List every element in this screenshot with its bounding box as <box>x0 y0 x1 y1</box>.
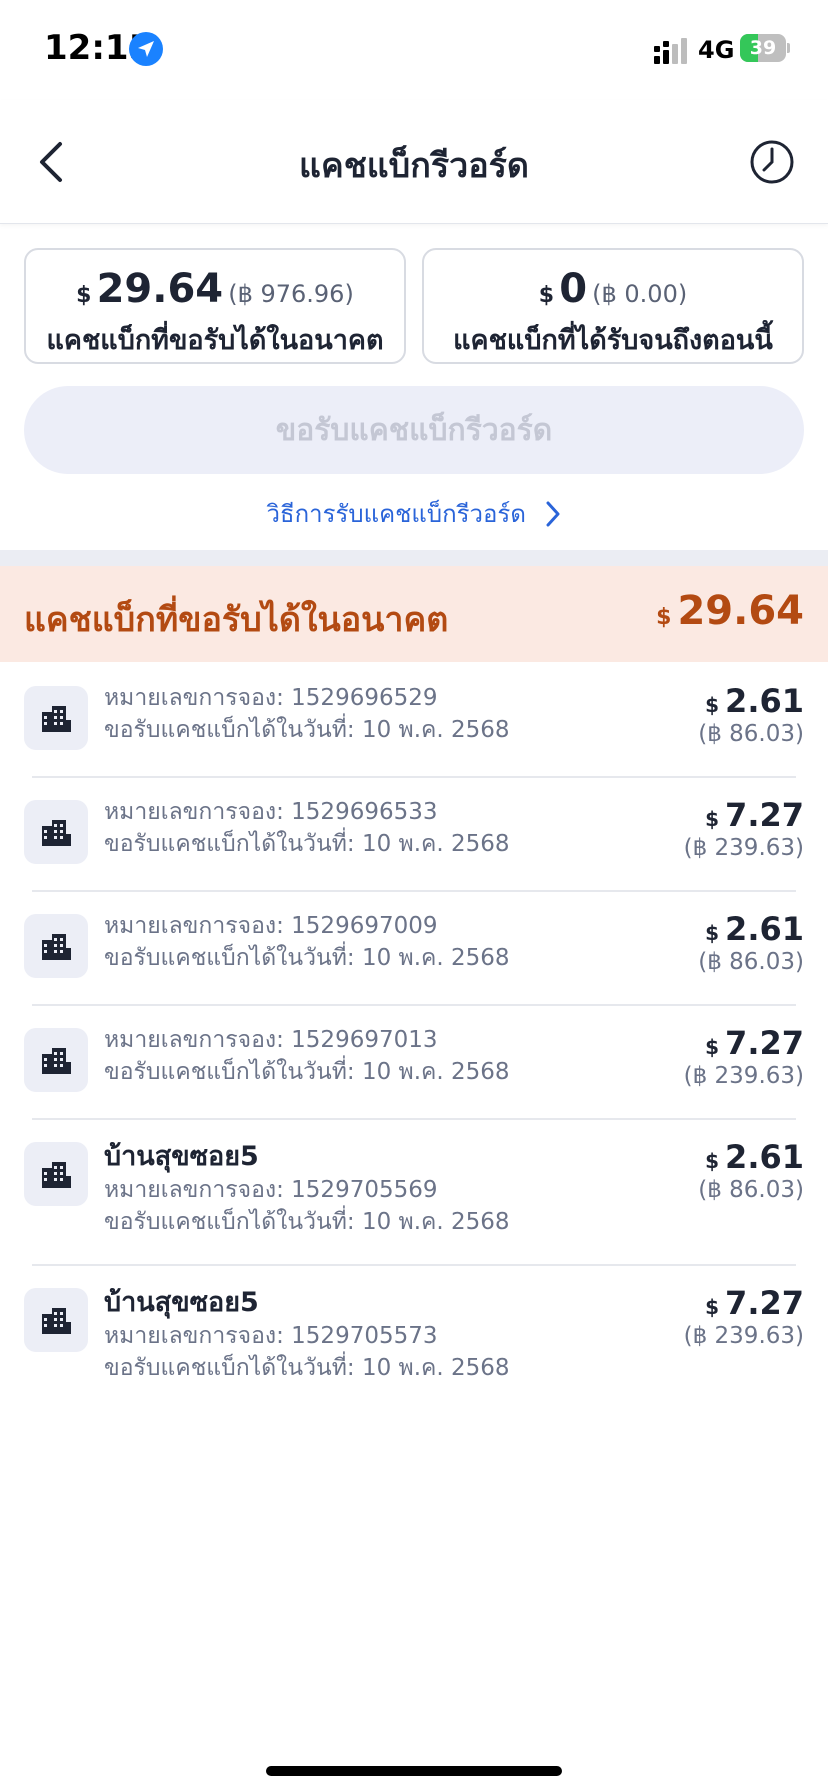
cashback-amount-thb: (฿ 86.03) <box>698 1177 804 1203</box>
booking-cashback: $2.61 (฿ 86.03) <box>698 1138 804 1204</box>
future-cashback-card: $ 29.64 (฿ 976.96) แคชแบ็กที่ขอรับได้ในอ… <box>24 248 406 364</box>
booking-row[interactable]: บ้านสุขซอย5 หมายเลขการจอง: 1529705569 ขอรั… <box>0 1118 828 1266</box>
future-section-total: $29.64 <box>656 588 804 634</box>
booking-details: บ้านสุขซอย5 หมายเลขการจอง: 1529705569 ขอรั… <box>104 1140 510 1238</box>
cashback-amount: 2.61 <box>725 682 804 720</box>
nav-header: แคชแบ็กรีวอร์ด <box>0 100 828 224</box>
currency-symbol: $ <box>705 807 720 831</box>
received-label: แคชแบ็กที่ได้รับจนถึงตอนนี้ <box>453 325 773 356</box>
claim-date: ขอรับแคชแบ็กได้ในวันที่: 10 พ.ค. 2568 <box>104 1059 510 1085</box>
page-title: แคชแบ็กรีวอร์ด <box>299 146 529 186</box>
cashback-amount-thb: (฿ 239.63) <box>683 835 804 861</box>
battery-icon: 39 <box>740 34 790 62</box>
booking-row[interactable]: หมายเลขการจอง: 1529696529 ขอรับแคชแบ็กได้… <box>0 662 828 778</box>
claim-date: ขอรับแคชแบ็กได้ในวันที่: 10 พ.ค. 2568 <box>104 717 510 743</box>
booking-list: หมายเลขการจอง: 1529696529 ขอรับแคชแบ็กได้… <box>0 662 828 1410</box>
section-divider <box>0 550 828 566</box>
howto-link[interactable]: วิธีการรับแคชแบ็กรีวอร์ด <box>0 494 828 533</box>
currency-symbol: $ <box>76 283 92 308</box>
booking-details: หมายเลขการจอง: 1529697009 ขอรับแคชแบ็กได้… <box>104 910 510 974</box>
currency-symbol: $ <box>705 1035 720 1059</box>
cashback-amount-thb: (฿ 239.63) <box>683 1063 804 1089</box>
cashback-amount: 7.27 <box>725 1284 804 1322</box>
chevron-right-icon <box>546 501 560 526</box>
future-total-amount: 29.64 <box>677 588 804 634</box>
building-icon <box>24 1288 88 1352</box>
booking-cashback: $7.27 (฿ 239.63) <box>684 1024 804 1090</box>
currency-symbol: $ <box>705 1149 720 1173</box>
home-indicator <box>266 1766 562 1776</box>
cashback-amount-thb: (฿ 86.03) <box>698 949 804 975</box>
booking-number: หมายเลขการจอง: 1529697009 <box>104 913 438 939</box>
booking-details: หมายเลขการจอง: 1529696533 ขอรับแคชแบ็กได้… <box>104 796 510 860</box>
booking-row[interactable]: หมายเลขการจอง: 1529696533 ขอรับแคชแบ็กได้… <box>0 776 828 892</box>
booking-number: หมายเลขการจอง: 1529697013 <box>104 1027 438 1053</box>
future-section-title: แคชแบ็กที่ขอรับได้ในอนาคต <box>24 600 449 640</box>
claim-date: ขอรับแคชแบ็กได้ในวันที่: 10 พ.ค. 2568 <box>104 1355 510 1381</box>
booking-cashback: $7.27 (฿ 239.63) <box>684 1284 804 1350</box>
status-bar: 12:15 4G 39 <box>0 0 828 100</box>
currency-symbol: $ <box>705 693 720 717</box>
booking-number: หมายเลขการจอง: 1529696529 <box>104 685 438 711</box>
cashback-amount: 2.61 <box>725 910 804 948</box>
claim-date: ขอรับแคชแบ็กได้ในวันที่: 10 พ.ค. 2568 <box>104 945 510 971</box>
claim-cashback-button[interactable]: ขอรับแคชแบ็กรีวอร์ด <box>24 386 804 474</box>
property-name: บ้านสุขซอย5 <box>104 1141 259 1172</box>
building-icon <box>24 1142 88 1206</box>
currency-symbol: $ <box>656 605 672 630</box>
received-cashback-card: $ 0 (฿ 0.00) แคชแบ็กที่ได้รับจนถึงตอนนี้ <box>422 248 804 364</box>
claim-date: ขอรับแคชแบ็กได้ในวันที่: 10 พ.ค. 2568 <box>104 831 510 857</box>
building-icon <box>24 1028 88 1092</box>
claim-date: ขอรับแคชแบ็กได้ในวันที่: 10 พ.ค. 2568 <box>104 1209 510 1235</box>
building-icon <box>24 686 88 750</box>
battery-level: 39 <box>749 37 777 59</box>
cashback-amount-thb: (฿ 86.03) <box>698 721 804 747</box>
location-arrow-icon <box>129 32 163 66</box>
currency-symbol: $ <box>538 283 555 308</box>
cashback-amount: 7.27 <box>725 1024 804 1062</box>
booking-cashback: $2.61 (฿ 86.03) <box>698 910 804 976</box>
summary-cards: $ 29.64 (฿ 976.96) แคชแบ็กที่ขอรับได้ในอ… <box>24 248 804 364</box>
property-name: บ้านสุขซอย5 <box>104 1287 259 1318</box>
booking-row[interactable]: หมายเลขการจอง: 1529697009 ขอรับแคชแบ็กได้… <box>0 890 828 1006</box>
booking-number: หมายเลขการจอง: 1529705573 <box>104 1323 438 1349</box>
booking-details: หมายเลขการจอง: 1529696529 ขอรับแคชแบ็กได้… <box>104 682 510 746</box>
booking-row[interactable]: บ้านสุขซอย5 หมายเลขการจอง: 1529705573 ขอรั… <box>0 1264 828 1410</box>
booking-number: หมายเลขการจอง: 1529696533 <box>104 799 438 825</box>
booking-details: หมายเลขการจอง: 1529697013 ขอรับแคชแบ็กได้… <box>104 1024 510 1088</box>
clock-icon[interactable] <box>748 138 796 186</box>
future-amount-thb: (฿ 976.96) <box>228 280 354 308</box>
building-icon <box>24 914 88 978</box>
booking-cashback: $2.61 (฿ 86.03) <box>698 682 804 748</box>
signal-icon <box>654 38 687 64</box>
currency-symbol: $ <box>705 921 720 945</box>
currency-symbol: $ <box>705 1295 720 1319</box>
future-section-header: แคชแบ็กที่ขอรับได้ในอนาคต $29.64 <box>0 566 828 662</box>
cashback-amount: 7.27 <box>725 796 804 834</box>
cashback-amount-thb: (฿ 239.63) <box>683 1323 804 1349</box>
received-amount: 0 <box>559 266 588 312</box>
received-amount-thb: (฿ 0.00) <box>592 280 688 308</box>
cashback-amount: 2.61 <box>725 1138 804 1176</box>
booking-number: หมายเลขการจอง: 1529705569 <box>104 1177 438 1203</box>
booking-cashback: $7.27 (฿ 239.63) <box>684 796 804 862</box>
howto-link-label[interactable]: วิธีการรับแคชแบ็กรีวอร์ด <box>266 500 525 528</box>
future-amount: 29.64 <box>96 266 224 312</box>
booking-details: บ้านสุขซอย5 หมายเลขการจอง: 1529705573 ขอรั… <box>104 1286 510 1384</box>
building-icon <box>24 800 88 864</box>
future-label: แคชแบ็กที่ขอรับได้ในอนาคต <box>46 325 384 356</box>
network-label: 4G <box>698 36 735 64</box>
booking-row[interactable]: หมายเลขการจอง: 1529697013 ขอรับแคชแบ็กได้… <box>0 1004 828 1120</box>
